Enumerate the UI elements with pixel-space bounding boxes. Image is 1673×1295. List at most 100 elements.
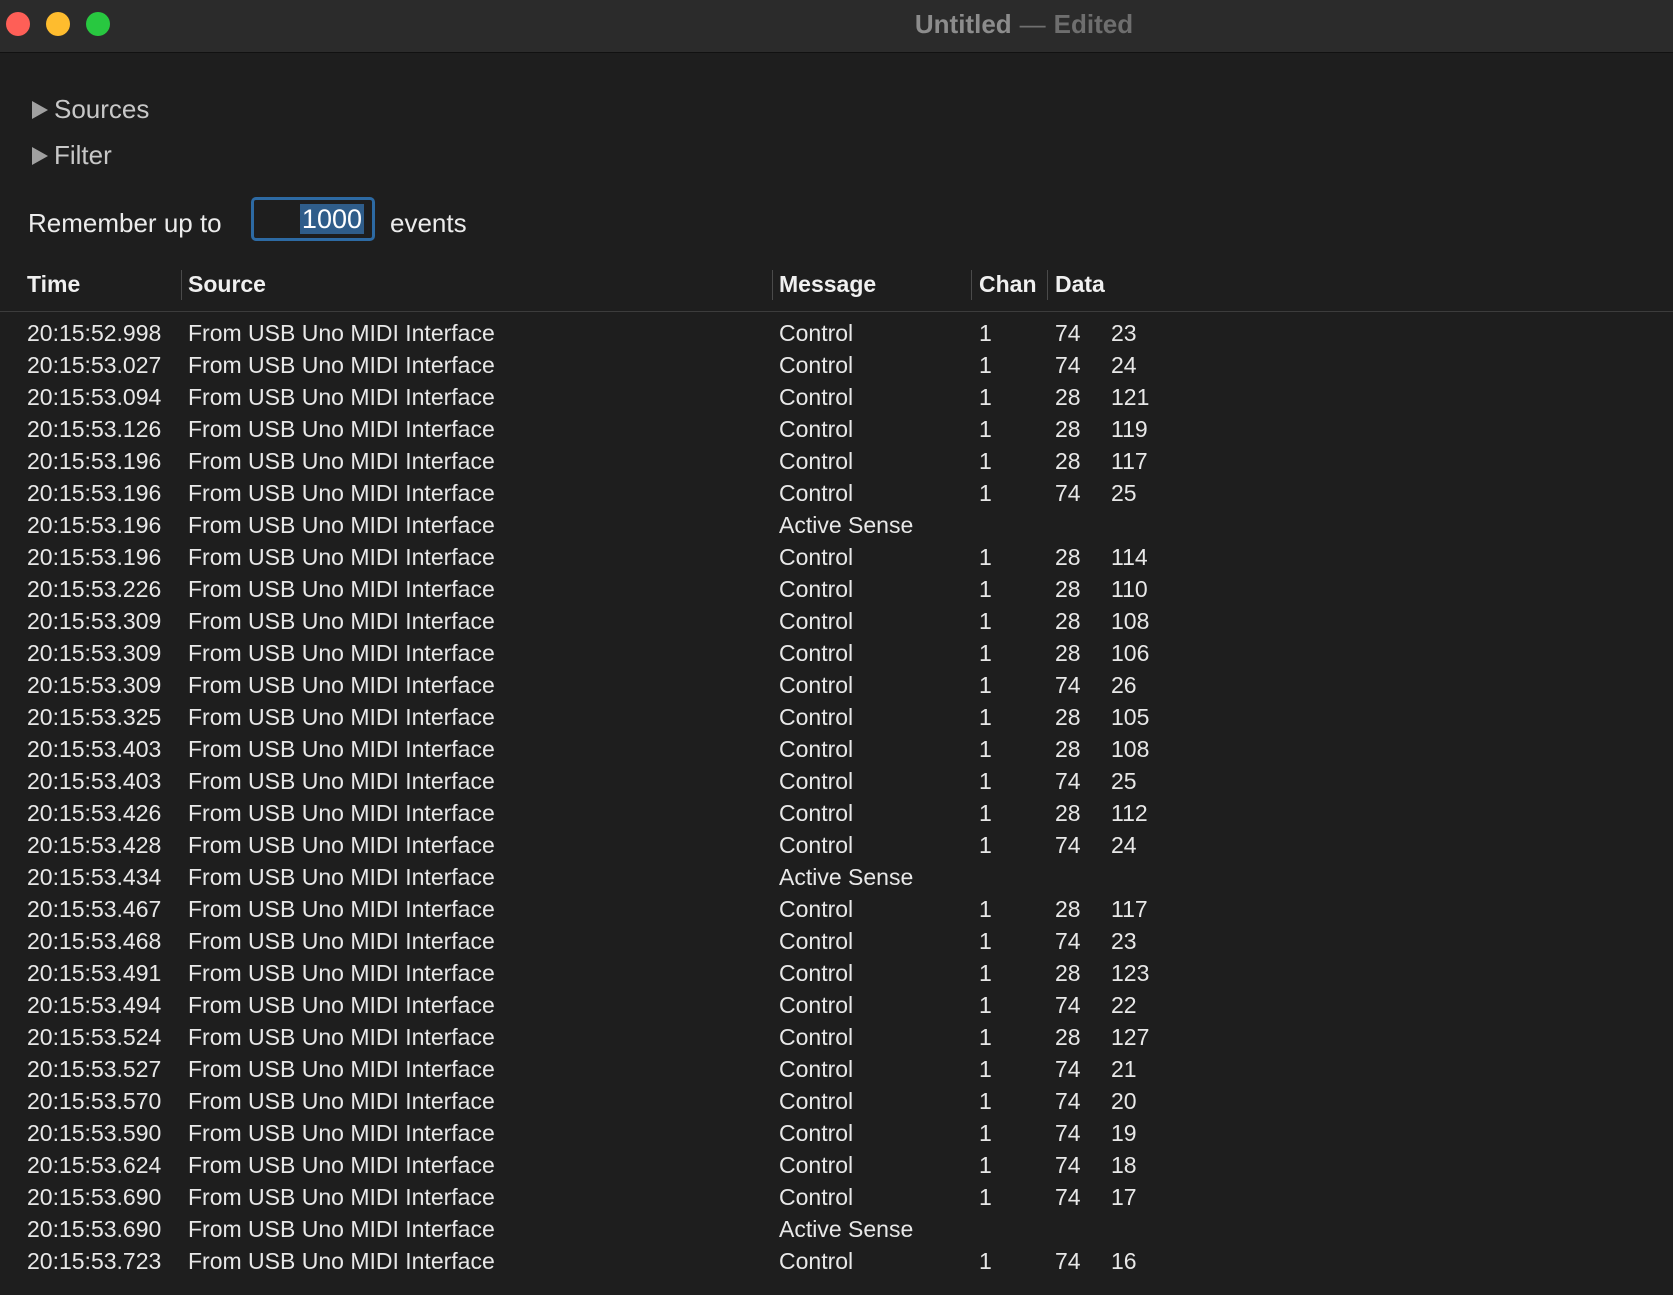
- channel-cell: 1: [979, 672, 992, 698]
- time-cell: 20:15:53.570: [27, 1088, 162, 1114]
- time-cell: 20:15:53.309: [27, 640, 162, 666]
- message-cell: Control: [779, 576, 854, 602]
- table-row[interactable]: 20:15:53.403 From USB Uno MIDI Interface C…: [0, 766, 1673, 798]
- column-header-source[interactable]: Source: [188, 271, 266, 298]
- channel-cell: 1: [979, 608, 992, 634]
- column-header-data[interactable]: Data: [1055, 271, 1105, 298]
- table-row[interactable]: 20:15:53.690 From USB Uno MIDI Interface C…: [0, 1182, 1673, 1214]
- time-cell: 20:15:53.196: [27, 448, 162, 474]
- source-cell: From USB Uno MIDI Interface: [188, 1120, 495, 1146]
- data1-cell: 74: [1055, 928, 1081, 954]
- column-header-chan[interactable]: Chan: [979, 271, 1037, 298]
- table-row[interactable]: 20:15:53.196 From USB Uno MIDI Interface A…: [0, 510, 1673, 542]
- data1-cell: 28: [1055, 640, 1081, 666]
- table-row[interactable]: 20:15:53.690 From USB Uno MIDI Interface A…: [0, 1214, 1673, 1246]
- table-row[interactable]: 20:15:53.590 From USB Uno MIDI Interface C…: [0, 1118, 1673, 1150]
- event-limit-input[interactable]: 1000: [251, 197, 375, 241]
- channel-cell: 1: [979, 704, 992, 730]
- time-cell: 20:15:53.126: [27, 416, 162, 442]
- source-cell: From USB Uno MIDI Interface: [188, 864, 495, 890]
- column-divider[interactable]: [772, 270, 773, 300]
- event-list[interactable]: 20:15:52.998 From USB Uno MIDI Interface C…: [0, 318, 1673, 1278]
- channel-cell: 1: [979, 544, 992, 570]
- source-cell: From USB Uno MIDI Interface: [188, 800, 495, 826]
- time-cell: 20:15:53.094: [27, 384, 162, 410]
- disclosure-triangle-icon[interactable]: [32, 146, 48, 165]
- table-row[interactable]: 20:15:53.309 From USB Uno MIDI Interface C…: [0, 670, 1673, 702]
- table-row[interactable]: 20:15:53.570 From USB Uno MIDI Interface C…: [0, 1086, 1673, 1118]
- table-row[interactable]: 20:15:53.434 From USB Uno MIDI Interface A…: [0, 862, 1673, 894]
- time-cell: 20:15:53.428: [27, 832, 162, 858]
- document-name: Untitled: [914, 9, 1012, 39]
- table-row[interactable]: 20:15:53.094 From USB Uno MIDI Interface C…: [0, 382, 1673, 414]
- sources-label: Sources: [54, 94, 150, 124]
- source-cell: From USB Uno MIDI Interface: [188, 1024, 495, 1050]
- source-cell: From USB Uno MIDI Interface: [188, 704, 495, 730]
- table-row[interactable]: 20:15:53.524 From USB Uno MIDI Interface C…: [0, 1022, 1673, 1054]
- table-row[interactable]: 20:15:53.468 From USB Uno MIDI Interface C…: [0, 926, 1673, 958]
- source-cell: From USB Uno MIDI Interface: [188, 608, 495, 634]
- table-row[interactable]: 20:15:53.126 From USB Uno MIDI Interface C…: [0, 414, 1673, 446]
- data2-cell: 127: [1111, 1024, 1150, 1050]
- table-row[interactable]: 20:15:52.998 From USB Uno MIDI Interface C…: [0, 318, 1673, 350]
- data1-cell: 74: [1055, 992, 1081, 1018]
- time-cell: 20:15:53.467: [27, 896, 162, 922]
- data2-cell: 17: [1111, 1184, 1137, 1210]
- channel-cell: 1: [979, 352, 992, 378]
- title-separator: —: [1019, 9, 1046, 39]
- table-row[interactable]: 20:15:53.196 From USB Uno MIDI Interface C…: [0, 446, 1673, 478]
- data2-cell: 23: [1111, 320, 1137, 346]
- column-header-message[interactable]: Message: [779, 271, 876, 298]
- channel-cell: 1: [979, 960, 992, 986]
- message-cell: Control: [779, 608, 854, 634]
- data1-cell: 28: [1055, 544, 1081, 570]
- data1-cell: 28: [1055, 448, 1081, 474]
- table-row[interactable]: 20:15:53.527 From USB Uno MIDI Interface C…: [0, 1054, 1673, 1086]
- table-row[interactable]: 20:15:53.309 From USB Uno MIDI Interface C…: [0, 606, 1673, 638]
- table-row[interactable]: 20:15:53.426 From USB Uno MIDI Interface C…: [0, 798, 1673, 830]
- sources-disclosure[interactable]: Sources: [32, 94, 149, 125]
- channel-cell: 1: [979, 992, 992, 1018]
- table-row[interactable]: 20:15:53.309 From USB Uno MIDI Interface C…: [0, 638, 1673, 670]
- table-row[interactable]: 20:15:53.494 From USB Uno MIDI Interface C…: [0, 990, 1673, 1022]
- column-divider[interactable]: [971, 270, 972, 300]
- source-cell: From USB Uno MIDI Interface: [188, 352, 495, 378]
- table-row[interactable]: 20:15:53.196 From USB Uno MIDI Interface C…: [0, 542, 1673, 574]
- table-header: Time Source Message Chan Data: [0, 258, 1673, 312]
- message-cell: Control: [779, 832, 854, 858]
- table-row[interactable]: 20:15:53.491 From USB Uno MIDI Interface C…: [0, 958, 1673, 990]
- data2-cell: 117: [1111, 896, 1148, 922]
- data2-cell: 24: [1111, 832, 1137, 858]
- table-row[interactable]: 20:15:53.325 From USB Uno MIDI Interface C…: [0, 702, 1673, 734]
- filter-disclosure[interactable]: Filter: [32, 140, 112, 171]
- data2-cell: 25: [1111, 768, 1137, 794]
- message-cell: Control: [779, 736, 854, 762]
- table-row[interactable]: 20:15:53.467 From USB Uno MIDI Interface C…: [0, 894, 1673, 926]
- source-cell: From USB Uno MIDI Interface: [188, 416, 495, 442]
- source-cell: From USB Uno MIDI Interface: [188, 544, 495, 570]
- data1-cell: 74: [1055, 672, 1081, 698]
- table-row[interactable]: 20:15:53.196 From USB Uno MIDI Interface C…: [0, 478, 1673, 510]
- table-row[interactable]: 20:15:53.027 From USB Uno MIDI Interface C…: [0, 350, 1673, 382]
- source-cell: From USB Uno MIDI Interface: [188, 1216, 495, 1242]
- time-cell: 20:15:53.196: [27, 480, 162, 506]
- table-row[interactable]: 20:15:53.624 From USB Uno MIDI Interface C…: [0, 1150, 1673, 1182]
- table-row[interactable]: 20:15:53.403 From USB Uno MIDI Interface C…: [0, 734, 1673, 766]
- table-row[interactable]: 20:15:53.226 From USB Uno MIDI Interface C…: [0, 574, 1673, 606]
- message-cell: Control: [779, 800, 854, 826]
- time-cell: 20:15:53.403: [27, 768, 162, 794]
- data2-cell: 23: [1111, 928, 1137, 954]
- column-header-time[interactable]: Time: [27, 271, 80, 298]
- time-cell: 20:15:53.590: [27, 1120, 162, 1146]
- table-row[interactable]: 20:15:53.723 From USB Uno MIDI Interface C…: [0, 1246, 1673, 1278]
- source-cell: From USB Uno MIDI Interface: [188, 928, 495, 954]
- message-cell: Control: [779, 416, 854, 442]
- message-cell: Active Sense: [779, 1216, 914, 1242]
- disclosure-triangle-icon[interactable]: [32, 100, 48, 119]
- data2-cell: 19: [1111, 1120, 1137, 1146]
- source-cell: From USB Uno MIDI Interface: [188, 832, 495, 858]
- column-divider[interactable]: [181, 270, 182, 300]
- table-row[interactable]: 20:15:53.428 From USB Uno MIDI Interface C…: [0, 830, 1673, 862]
- channel-cell: 1: [979, 1120, 992, 1146]
- column-divider[interactable]: [1047, 270, 1048, 300]
